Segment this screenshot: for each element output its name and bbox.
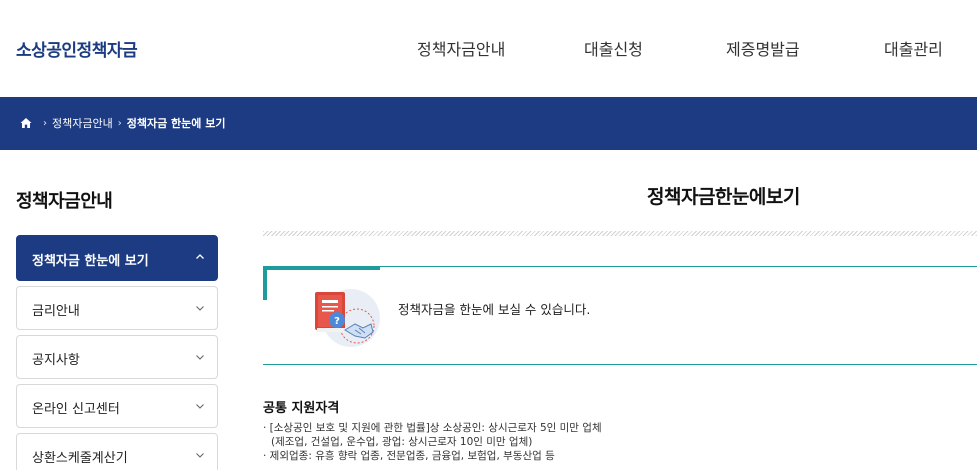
eligibility-list: · [소상공인 보호 및 지원에 관한 법률]상 소상공인: 상시근로자 5인 … (263, 421, 602, 463)
book-handshake-illustration: ? (315, 289, 380, 347)
chevron-down-icon (196, 355, 204, 360)
sidebar-item-interest-rate[interactable]: 금리안내 (16, 286, 218, 330)
sidebar-menu: 정책자금 한눈에 보기 금리안내 공지사항 온라인 신고센터 상환스케줄계산기 (16, 235, 218, 470)
chevron-down-icon (196, 306, 204, 311)
chevron-up-icon (196, 254, 204, 259)
nav-loan-management[interactable]: 대출관리 (884, 36, 943, 60)
nav-certificates[interactable]: 제증명발급 (726, 36, 800, 60)
sidebar-item-label: 정책자금 한눈에 보기 (32, 254, 149, 269)
list-item: (제조업, 건설업, 운수업, 광업: 상시근로자 10인 미만 업체) (271, 436, 533, 448)
section-title: 공통 지원자격 (263, 401, 340, 416)
accent-bar (263, 266, 380, 270)
sidebar-item-label: 금리안내 (32, 304, 80, 319)
sidebar-item-repayment-calculator[interactable]: 상환스케줄계산기 (16, 433, 218, 470)
sidebar-item-label: 공지사항 (32, 353, 80, 368)
main-nav: 정책자금안내 대출신청 제증명발급 대출관리 (0, 36, 977, 60)
page-title: 정책자금한눈에보기 (647, 186, 800, 208)
sidebar-item-overview[interactable]: 정책자금 한눈에 보기 (16, 235, 218, 281)
intro-box: ? 정책자금을 한눈에 보실 수 있습니다. (263, 266, 977, 365)
accent-bar (263, 266, 267, 300)
sidebar-item-label: 상환스케줄계산기 (32, 451, 128, 466)
sidebar-item-label: 온라인 신고센터 (32, 402, 120, 417)
breadcrumb-item[interactable]: 정책자금안내 (52, 115, 113, 131)
svg-text:?: ? (334, 316, 340, 327)
list-item: · [소상공인 보호 및 지원에 관한 법률]상 소상공인: 상시근로자 5인 … (263, 422, 602, 434)
sidebar-item-notice[interactable]: 공지사항 (16, 335, 218, 379)
breadcrumb-separator: › (117, 117, 122, 129)
chevron-down-icon (196, 404, 204, 409)
chevron-down-icon (196, 453, 204, 458)
breadcrumb-current: 정책자금 한눈에 보기 (126, 117, 226, 130)
sidebar-item-report-center[interactable]: 온라인 신고센터 (16, 384, 218, 428)
breadcrumb-separator: › (43, 117, 47, 129)
intro-message: 정책자금을 한눈에 보실 수 있습니다. (398, 302, 591, 317)
home-icon[interactable] (20, 117, 32, 129)
breadcrumb-bar: › 정책자금안내 › 정책자금 한눈에 보기 (0, 97, 977, 150)
nav-loan-apply[interactable]: 대출신청 (584, 36, 643, 60)
divider (263, 231, 977, 236)
breadcrumb: › 정책자금안내 › 정책자금 한눈에 보기 (20, 115, 225, 131)
site-header: 소상공인정책자금 정책자금안내 대출신청 제증명발급 대출관리 (0, 0, 977, 97)
nav-policy-guide[interactable]: 정책자금안내 (417, 36, 505, 60)
list-item: · 제외업종: 유흥 향락 업종, 전문업종, 금융업, 보험업, 부동산업 등 (263, 450, 555, 462)
sidebar-title: 정책자금안내 (16, 191, 113, 212)
